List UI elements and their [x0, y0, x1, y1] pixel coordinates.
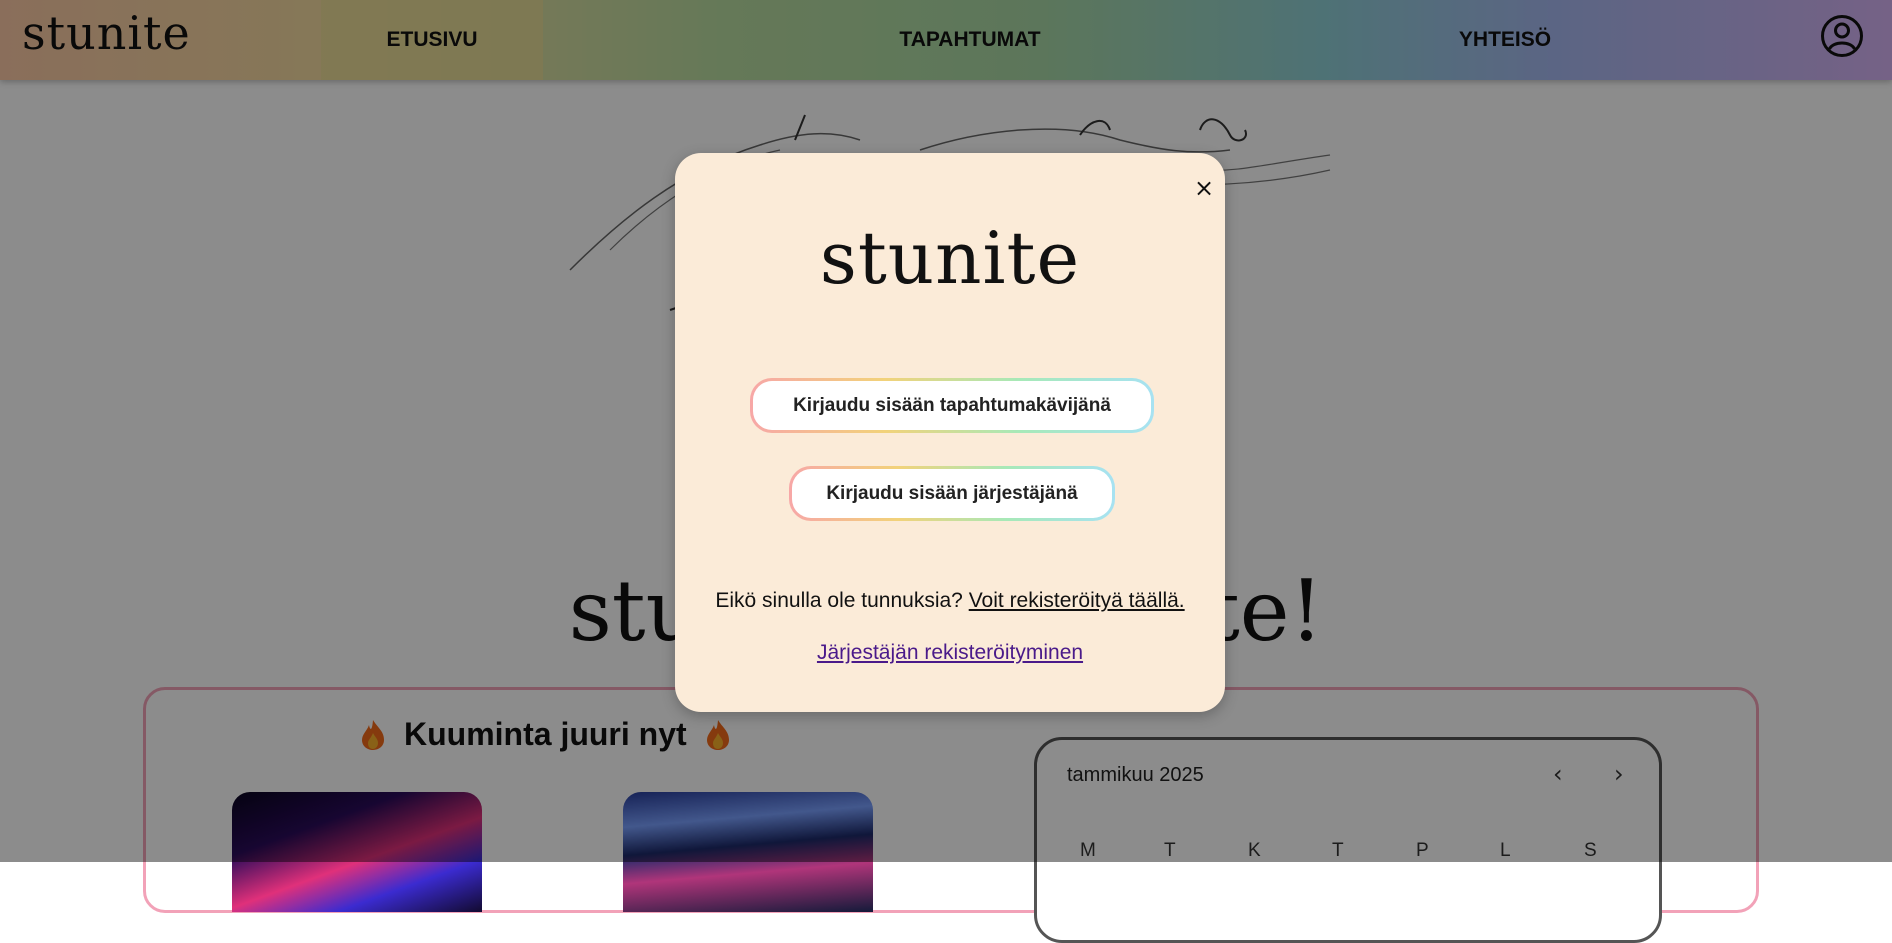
register-link[interactable]: Voit rekisteröityä täällä.: [969, 589, 1185, 612]
login-organizer-button[interactable]: Kirjaudu sisään järjestäjänä: [792, 469, 1112, 518]
login-attendee-button-frame: Kirjaudu sisään tapahtumakävijänä: [750, 378, 1154, 433]
login-organizer-button-frame: Kirjaudu sisään järjestäjänä: [789, 466, 1115, 521]
organizer-register-link[interactable]: Järjestäjän rekisteröityminen: [817, 641, 1083, 664]
register-prompt: Eikö sinulla ole tunnuksia? Voit rekiste…: [675, 589, 1225, 613]
organizer-register-row: Järjestäjän rekisteröityminen: [675, 641, 1225, 665]
login-attendee-button[interactable]: Kirjaudu sisään tapahtumakävijänä: [753, 381, 1151, 430]
modal-logo: stunite: [819, 216, 1081, 300]
close-icon[interactable]: ×: [1190, 174, 1218, 202]
no-account-text: Eikö sinulla ole tunnuksia?: [715, 589, 963, 612]
